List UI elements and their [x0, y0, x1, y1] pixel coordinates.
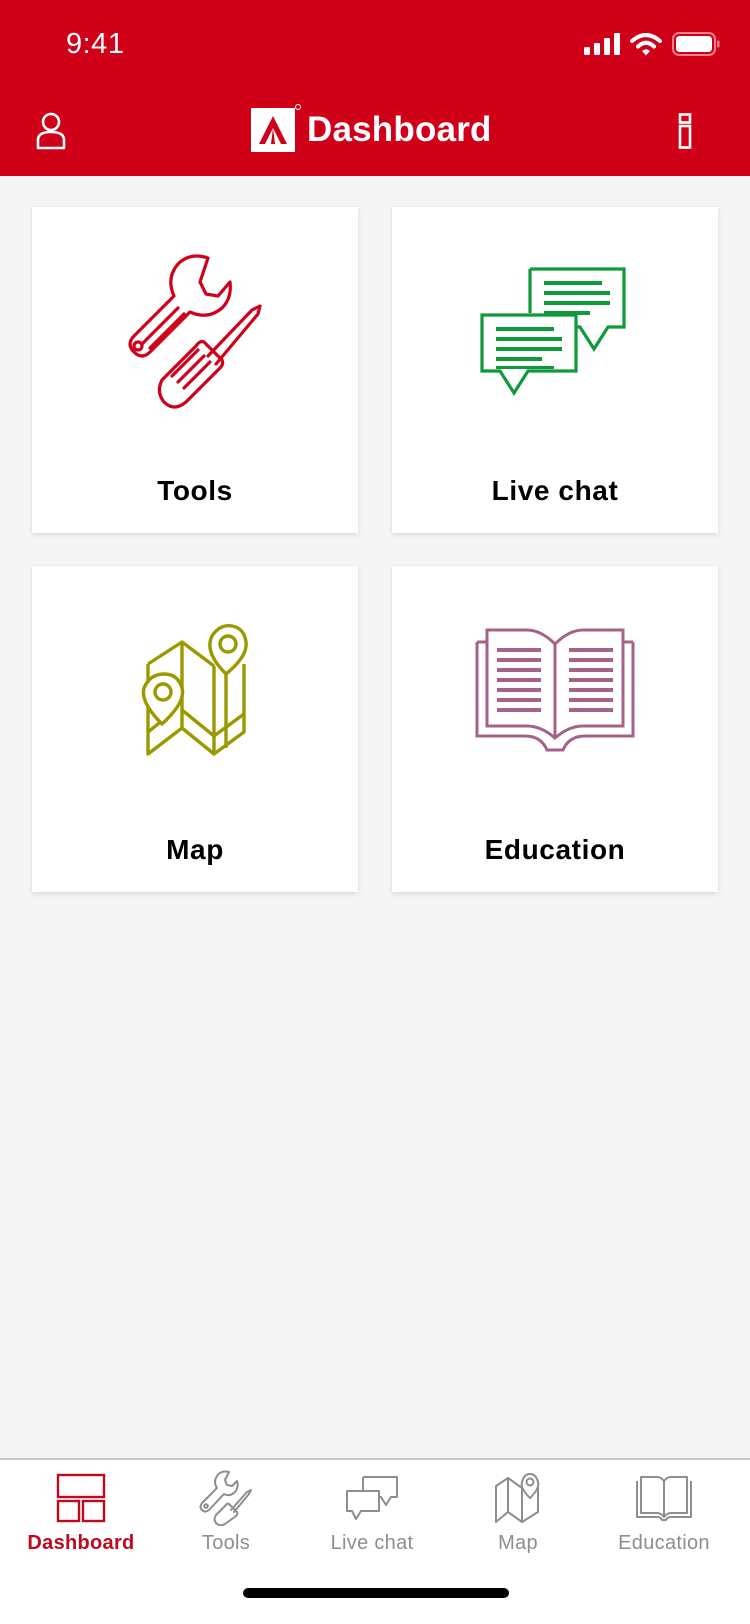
- app-header: 9:41 Dashboard: [0, 0, 750, 176]
- card-map[interactable]: Map: [32, 566, 358, 892]
- home-indicator[interactable]: [243, 1588, 509, 1598]
- card-label: Tools: [157, 475, 233, 506]
- tab-label: Tools: [201, 1532, 251, 1554]
- map-icon: [495, 1473, 540, 1523]
- card-education[interactable]: Education: [392, 566, 718, 892]
- status-icons: [584, 32, 720, 56]
- profile-button[interactable]: [28, 106, 74, 156]
- registered-mark: [295, 104, 301, 110]
- brand-logo: [251, 104, 301, 152]
- tab-bar: Dashboard Tools Live chat Map Education: [0, 1458, 750, 1624]
- tools-icon: [128, 254, 262, 409]
- tab-label: Map: [498, 1532, 538, 1554]
- card-label: Education: [484, 834, 626, 865]
- battery-icon: [672, 32, 720, 56]
- tab-label: Education: [618, 1532, 710, 1554]
- tab-label: Live chat: [330, 1532, 414, 1554]
- tab-dashboard[interactable]: Dashboard: [8, 1460, 154, 1560]
- education-icon: [636, 1476, 692, 1521]
- tab-education[interactable]: Education: [591, 1460, 737, 1560]
- live-chat-icon: [480, 267, 626, 396]
- info-icon: [678, 113, 692, 149]
- education-icon: [475, 628, 635, 752]
- cellular-signal-icon: [584, 33, 620, 55]
- card-tools[interactable]: Tools: [32, 207, 358, 533]
- wifi-icon: [630, 32, 662, 55]
- map-icon: [141, 623, 248, 756]
- profile-icon: [36, 112, 66, 150]
- tools-icon: [199, 1470, 252, 1526]
- info-button[interactable]: [670, 106, 700, 156]
- card-label: Map: [166, 834, 224, 865]
- tab-map[interactable]: Map: [445, 1460, 591, 1560]
- tab-label: Dashboard: [27, 1532, 135, 1554]
- status-time: 9:41: [66, 28, 125, 60]
- nav-bar: Dashboard: [0, 104, 750, 156]
- page-title: Dashboard: [307, 110, 492, 149]
- card-live-chat[interactable]: Live chat: [392, 207, 718, 533]
- tab-tools[interactable]: Tools: [153, 1460, 299, 1560]
- live-chat-icon: [346, 1476, 398, 1520]
- tab-live-chat[interactable]: Live chat: [299, 1460, 445, 1560]
- dashboard-icon: [56, 1473, 106, 1523]
- card-label: Live chat: [491, 475, 619, 506]
- header-brand: Dashboard: [251, 104, 492, 154]
